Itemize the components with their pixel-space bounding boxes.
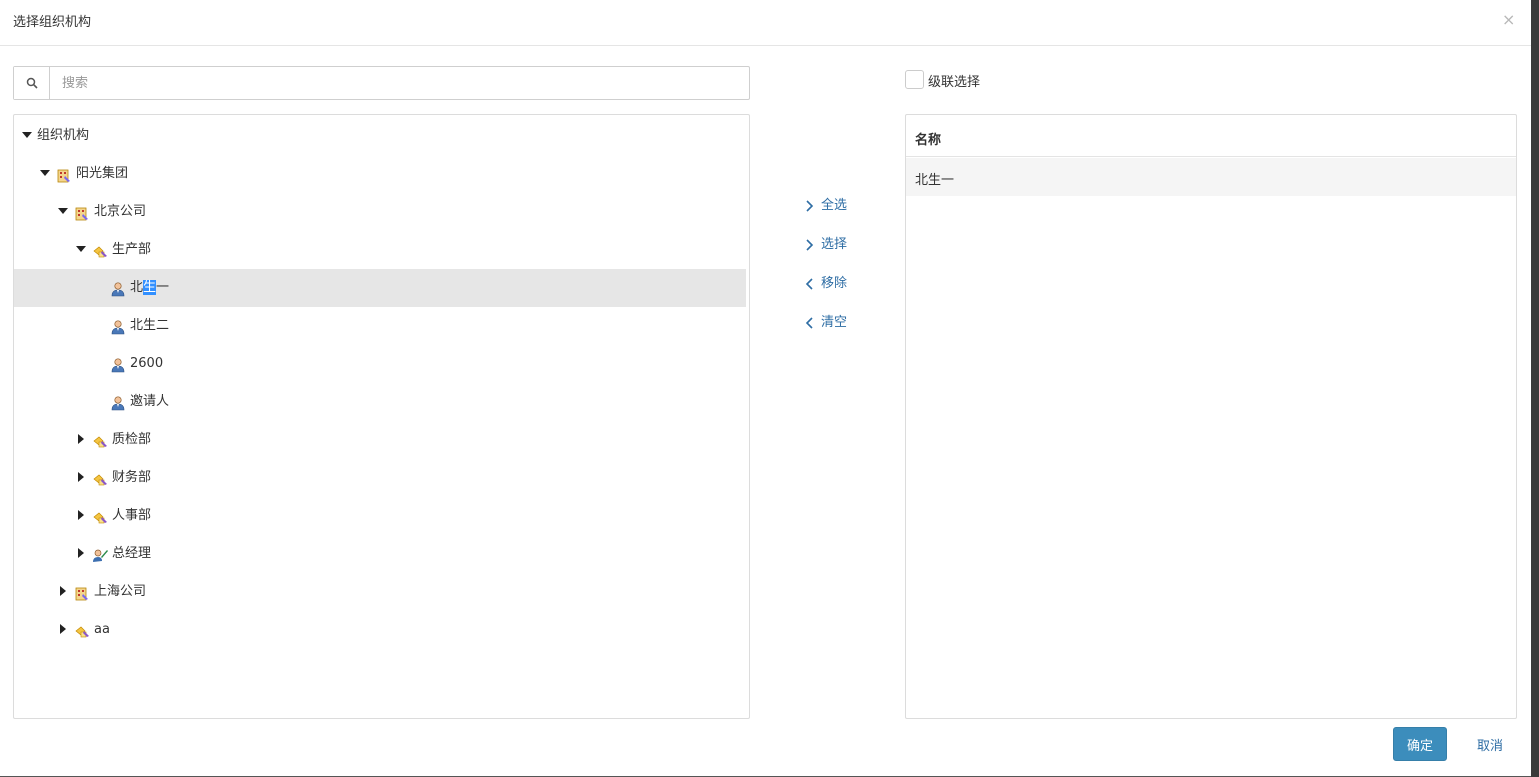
tree-node-company[interactable]: 阳光集团 <box>14 155 264 193</box>
close-icon[interactable]: × <box>1502 10 1515 29</box>
department-icon <box>92 471 108 487</box>
tree-node-user[interactable]: 北生二 <box>14 307 264 345</box>
column-header: 名称 <box>906 115 1516 157</box>
select-organization-dialog: 选择组织机构 × 组织机构 阳光集团 北京公司 <box>0 0 1531 777</box>
cascade-label: 级联选择 <box>928 75 981 90</box>
tree-node-label: 总经理 <box>112 546 152 561</box>
label-text: 北 <box>130 280 144 295</box>
search-input[interactable] <box>51 67 747 99</box>
tree-node-department[interactable]: 生产部 <box>14 231 264 269</box>
caret-down-icon[interactable] <box>58 208 68 214</box>
select-all-label: 全选 <box>821 198 848 213</box>
caret-right-icon[interactable] <box>78 434 84 444</box>
tree-node-company[interactable]: 上海公司 <box>14 573 264 611</box>
cascade-checkbox[interactable] <box>905 70 924 89</box>
caret-down-icon[interactable] <box>40 170 50 176</box>
caret-right-icon[interactable] <box>60 624 66 634</box>
department-icon <box>92 509 108 525</box>
column-header-name: 名称 <box>915 133 942 148</box>
user-icon <box>110 357 126 373</box>
tree-node-label: 上海公司 <box>94 584 147 599</box>
tree-node-label: 2600 <box>130 356 164 371</box>
caret-right-icon[interactable] <box>78 548 84 558</box>
chevron-left-icon <box>805 317 813 329</box>
chevron-right-icon <box>806 239 814 251</box>
tree-node-label: 财务部 <box>112 470 152 485</box>
search-box <box>13 66 750 100</box>
caret-down-icon[interactable] <box>76 246 86 252</box>
select-label: 选择 <box>821 237 848 252</box>
tree-node-label: 组织机构 <box>37 128 90 143</box>
tree-node-label: aa <box>94 622 110 637</box>
clear-label: 清空 <box>821 315 848 330</box>
dialog-title: 选择组织机构 <box>13 15 92 30</box>
chevron-left-icon <box>805 278 813 290</box>
tree-node-label: 人事部 <box>112 508 152 523</box>
search-icon <box>26 77 38 89</box>
department-icon <box>92 243 108 259</box>
label-text: 一 <box>156 280 170 295</box>
department-icon <box>92 433 108 449</box>
selected-list-panel: 名称 北生一 <box>905 114 1517 719</box>
position-icon <box>92 547 108 563</box>
tree-node-label: 北生一 <box>130 269 169 307</box>
tree-node-user[interactable]: 2600 <box>14 345 264 383</box>
tree-node-position[interactable]: 总经理 <box>14 535 264 573</box>
window-edge <box>1531 0 1539 777</box>
tree-node-label: 北京公司 <box>94 204 147 219</box>
tree-node-label: 质检部 <box>112 432 152 447</box>
caret-right-icon[interactable] <box>78 510 84 520</box>
dialog-header: 选择组织机构 × <box>0 0 1531 46</box>
tree-node-company[interactable]: 北京公司 <box>14 193 264 231</box>
department-icon <box>74 623 90 639</box>
selected-item-name: 北生一 <box>915 173 955 188</box>
company-icon <box>74 205 90 221</box>
org-tree-panel: 组织机构 阳光集团 北京公司 生产部 北生一 北生二 2600 邀请人 质检部 … <box>13 114 750 719</box>
tree-node-label: 北生二 <box>130 318 170 333</box>
tree-node-department[interactable]: 人事部 <box>14 497 264 535</box>
search-button[interactable] <box>14 67 50 99</box>
user-icon <box>110 281 126 297</box>
company-icon <box>56 167 72 183</box>
tree-node-department[interactable]: aa <box>14 611 264 649</box>
tree-node-root[interactable]: 组织机构 <box>14 117 214 155</box>
tree-node-user-selected[interactable]: 北生一 <box>14 269 746 307</box>
caret-down-icon[interactable] <box>22 132 32 138</box>
tree-node-label: 生产部 <box>112 242 152 257</box>
highlighted-text: 生 <box>143 280 157 295</box>
user-icon <box>110 395 126 411</box>
table-row[interactable]: 北生一 <box>906 158 1516 196</box>
caret-right-icon[interactable] <box>60 586 66 596</box>
caret-right-icon[interactable] <box>78 472 84 482</box>
user-icon <box>110 319 126 335</box>
remove-label: 移除 <box>821 276 848 291</box>
tree-node-label: 邀请人 <box>130 394 170 409</box>
company-icon <box>74 585 90 601</box>
tree-node-label: 阳光集团 <box>76 166 129 181</box>
cancel-button[interactable]: 取消 <box>1468 727 1512 761</box>
tree-node-user[interactable]: 邀请人 <box>14 383 264 421</box>
tree-node-department[interactable]: 财务部 <box>14 459 264 497</box>
chevron-right-icon <box>806 200 814 212</box>
tree-node-department[interactable]: 质检部 <box>14 421 264 459</box>
confirm-button[interactable]: 确定 <box>1393 727 1447 761</box>
